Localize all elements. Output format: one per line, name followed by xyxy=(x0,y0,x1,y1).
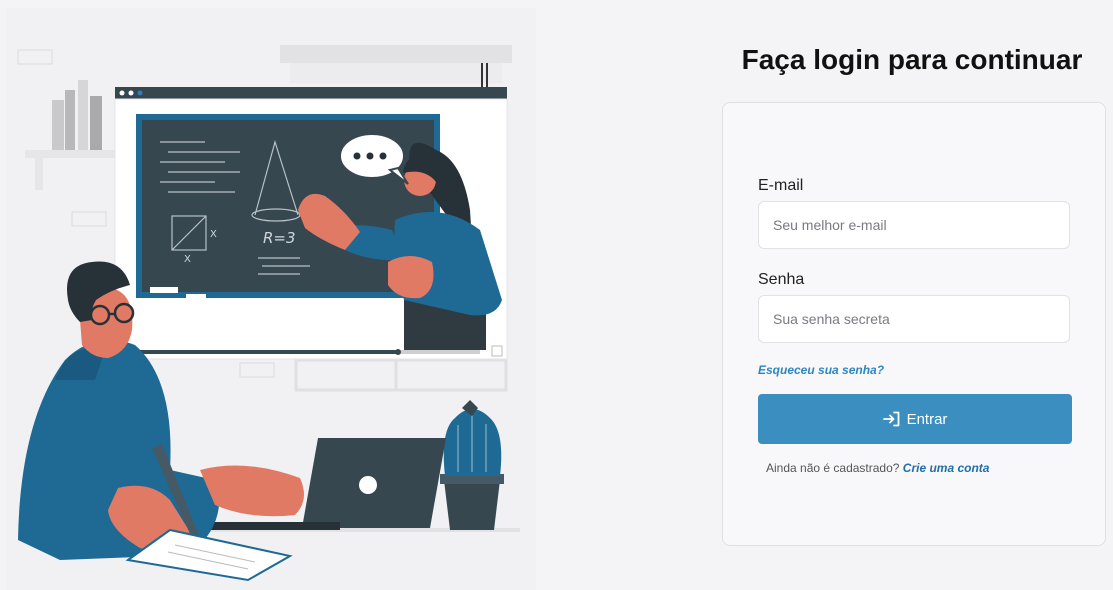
sign-in-icon xyxy=(882,411,899,427)
svg-text:X: X xyxy=(210,229,217,240)
password-input[interactable] xyxy=(758,295,1070,343)
password-label: Senha xyxy=(758,271,805,288)
email-input[interactable] xyxy=(758,201,1070,249)
board-formula: R=3 xyxy=(263,229,296,247)
hero-illustration: R=3 X X xyxy=(0,0,540,590)
page-title: Faça login para continuar xyxy=(741,44,1083,75)
ellipsis-icon xyxy=(353,152,387,160)
create-account-link[interactable]: Crie uma conta xyxy=(903,461,990,475)
online-class-illustration: R=3 X X xyxy=(6,8,536,590)
submit-label: Entrar xyxy=(906,410,948,428)
svg-text:X: X xyxy=(184,254,191,265)
forgot-password-link[interactable]: Esqueceu sua senha? xyxy=(758,363,884,377)
login-card: E-mail Senha Esqueceu sua senha? Entrar … xyxy=(722,102,1106,546)
signup-prompt: Ainda não é cadastrado? Crie uma conta xyxy=(766,461,989,475)
signup-prompt-text: Ainda não é cadastrado? xyxy=(766,461,900,475)
submit-button[interactable]: Entrar xyxy=(758,394,1072,444)
email-label: E-mail xyxy=(758,177,804,194)
